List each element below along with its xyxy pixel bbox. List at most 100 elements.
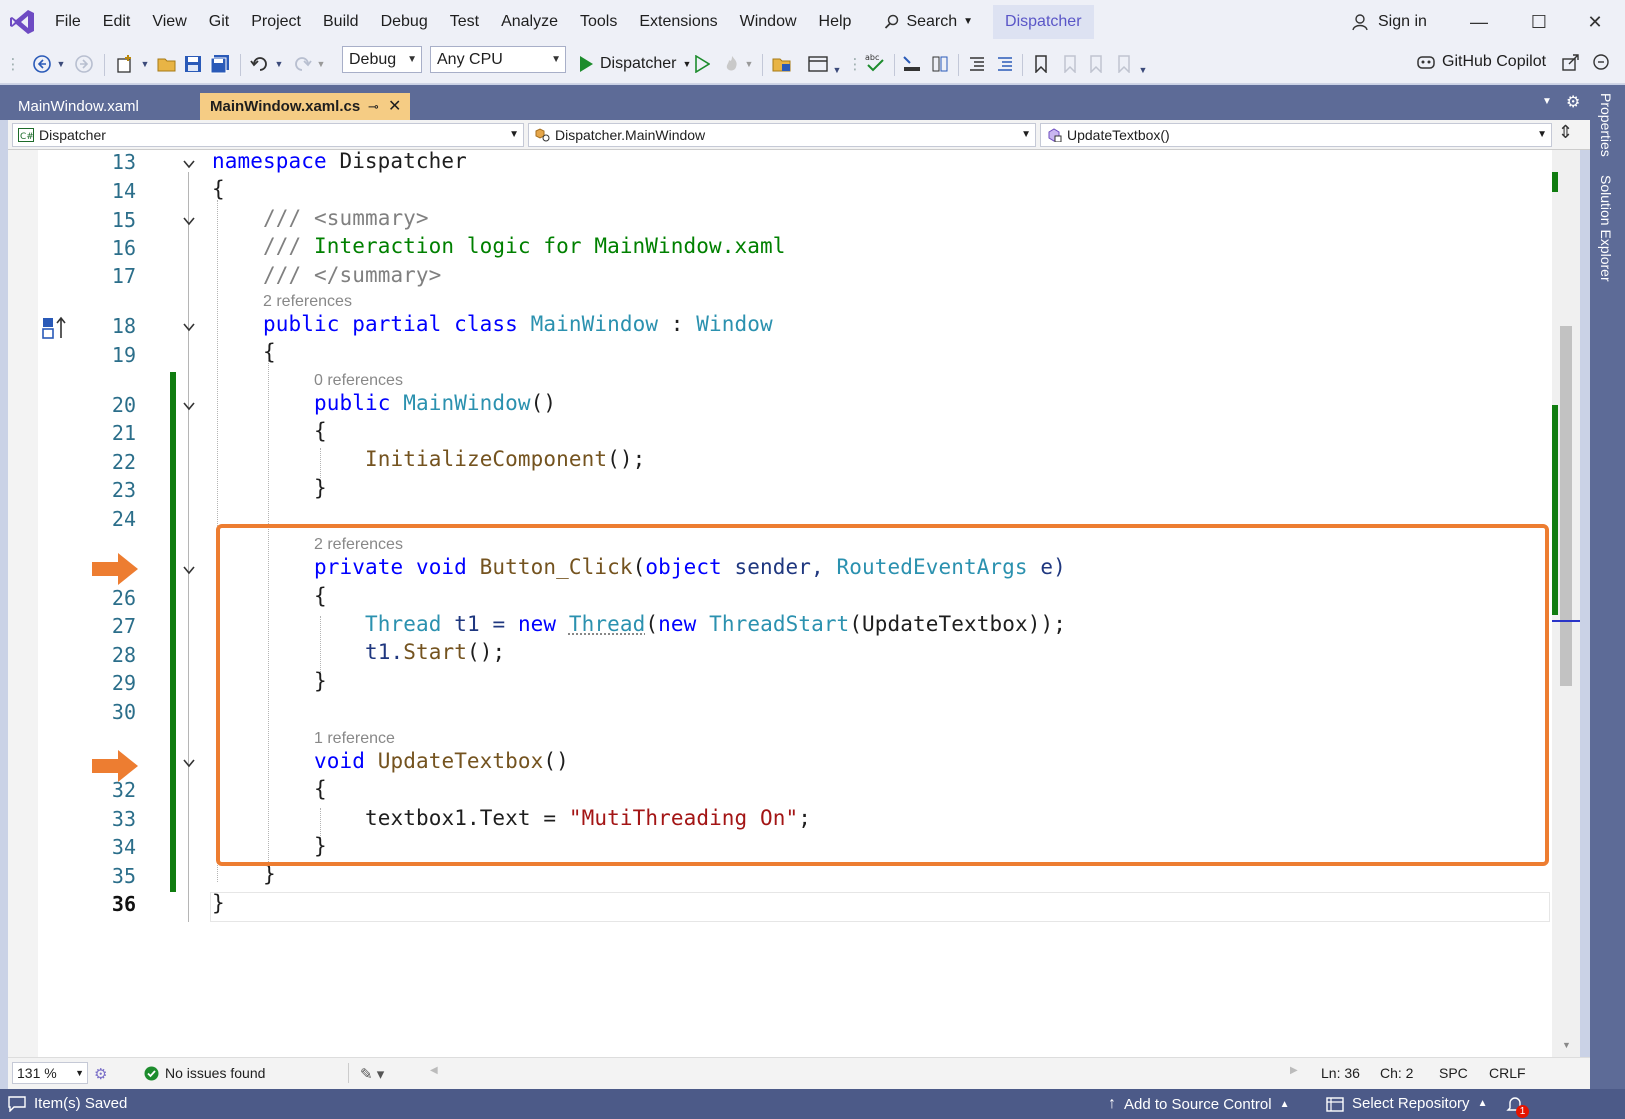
side-tab-properties[interactable]: Properties	[1598, 93, 1614, 157]
code-line[interactable]: {	[212, 177, 225, 201]
project-dropdown[interactable]: C# Dispatcher ▼	[12, 123, 524, 147]
menu-git[interactable]: Git	[198, 6, 240, 38]
menu-analyze[interactable]: Analyze	[490, 6, 569, 38]
intellicode-icon[interactable]: ⚙	[94, 1065, 107, 1083]
window-layout-icon[interactable]	[806, 52, 830, 76]
error-summary-button[interactable]: No issues found	[144, 1065, 265, 1081]
maximize-icon[interactable]: ☐	[1516, 4, 1562, 40]
share-icon[interactable]	[1560, 50, 1582, 74]
scroll-left-icon[interactable]: ◀	[430, 1065, 438, 1076]
settings-gear-icon[interactable]: ⚙	[1566, 92, 1580, 112]
menu-window[interactable]: Window	[729, 6, 808, 38]
code-line[interactable]: }	[212, 891, 225, 915]
clear-bookmarks-icon[interactable]	[1114, 52, 1136, 76]
solution-name-badge[interactable]: Dispatcher	[993, 5, 1094, 39]
navigate-forward-icon[interactable]	[72, 52, 96, 76]
menu-debug[interactable]: Debug	[370, 6, 439, 38]
code-line[interactable]: }	[314, 476, 327, 500]
comment-lines-icon[interactable]	[964, 52, 988, 76]
minimize-icon[interactable]: —	[1456, 4, 1502, 40]
tab-list-dropdown-icon[interactable]: ▼	[1542, 96, 1552, 107]
code-line[interactable]: {	[263, 340, 276, 364]
collapse-chevron-icon[interactable]	[182, 563, 196, 577]
scroll-down-icon[interactable]: ▼	[1562, 1040, 1571, 1050]
redo-icon[interactable]	[290, 52, 314, 76]
sign-in-button[interactable]: Sign in	[1352, 6, 1427, 38]
spell-check-icon[interactable]: abc	[862, 50, 888, 74]
add-to-source-control-button[interactable]: ↑ Add to Source Control ▲	[1108, 1095, 1290, 1113]
hot-reload-icon[interactable]	[720, 52, 744, 76]
collapse-chevron-icon[interactable]	[182, 214, 196, 228]
menu-build[interactable]: Build	[312, 6, 370, 38]
next-bookmark-icon[interactable]	[1086, 52, 1108, 76]
codelens-references[interactable]: 0 references	[314, 372, 403, 390]
undo-icon[interactable]	[248, 52, 272, 76]
collapse-chevron-icon[interactable]	[182, 157, 196, 171]
chevron-down-icon[interactable]: ▼	[744, 52, 754, 76]
pin-icon[interactable]: ⊸	[368, 93, 379, 120]
collapse-chevron-icon[interactable]	[182, 320, 196, 334]
menu-help[interactable]: Help	[808, 6, 863, 38]
scroll-right-icon[interactable]: ▶	[1290, 1065, 1298, 1076]
side-tab-solution-explorer[interactable]: Solution Explorer	[1598, 175, 1614, 282]
codelens-references[interactable]: 2 references	[263, 293, 352, 311]
github-copilot-button[interactable]: GitHub Copilot	[1416, 50, 1558, 74]
start-debugging-button[interactable]: Dispatcher ▼	[578, 52, 708, 76]
vertical-scrollbar[interactable]: ▼	[1552, 150, 1580, 1057]
column-indicator[interactable]: Ch: 2	[1380, 1065, 1413, 1081]
collapse-chevron-icon[interactable]	[182, 399, 196, 413]
open-folder-icon[interactable]	[155, 52, 179, 76]
code-line[interactable]: {	[314, 419, 327, 443]
platform-dropdown[interactable]: Any CPU ▼	[430, 46, 566, 73]
whitespace-indicator[interactable]: SPC	[1439, 1065, 1468, 1081]
menu-view[interactable]: View	[141, 6, 197, 38]
search-button[interactable]: Search ▼	[874, 6, 983, 38]
chevron-down-icon[interactable]: ▼	[316, 52, 326, 76]
member-dropdown[interactable]: UpdateTextbox() ▼	[1040, 123, 1552, 147]
menu-tools[interactable]: Tools	[569, 6, 628, 38]
chevron-down-icon[interactable]: ▼	[274, 52, 284, 76]
navigate-back-icon[interactable]	[30, 52, 54, 76]
code-line[interactable]: InitializeComponent();	[365, 447, 645, 471]
chevron-down-icon[interactable]: ▼	[832, 58, 842, 82]
configuration-dropdown[interactable]: Debug ▼	[342, 46, 422, 73]
menu-test[interactable]: Test	[439, 6, 490, 38]
chevron-down-icon[interactable]: ▼	[140, 52, 150, 76]
scrollbar-thumb[interactable]	[1560, 326, 1572, 686]
close-tab-icon[interactable]: ✕	[388, 93, 401, 120]
step-into-icon[interactable]	[900, 52, 924, 76]
select-repository-button[interactable]: Select Repository ▲	[1326, 1095, 1487, 1112]
type-dropdown[interactable]: Dispatcher.MainWindow ▼	[528, 123, 1036, 147]
code-line[interactable]: namespace Dispatcher	[212, 149, 467, 173]
previous-bookmark-icon[interactable]	[1058, 52, 1080, 76]
visual-studio-logo-icon[interactable]	[0, 0, 44, 44]
collapse-chevron-icon[interactable]	[182, 756, 196, 770]
save-icon[interactable]	[181, 52, 205, 76]
tab-mainwindow-xaml[interactable]: MainWindow.xaml	[8, 93, 200, 120]
code-line[interactable]: public partial class MainWindow : Window	[263, 312, 773, 336]
browse-folder-icon[interactable]	[770, 52, 794, 76]
save-all-icon[interactable]	[208, 52, 232, 76]
close-window-icon[interactable]: ✕	[1572, 4, 1618, 40]
start-without-debugging-icon[interactable]	[690, 52, 714, 76]
uncomment-lines-icon[interactable]	[992, 52, 1016, 76]
chevron-down-icon[interactable]: ▼	[56, 52, 66, 76]
line-indicator[interactable]: Ln: 36	[1321, 1065, 1360, 1081]
bookmark-icon[interactable]	[1030, 52, 1052, 76]
toolbar-overflow-icon[interactable]: ▼	[1138, 58, 1148, 82]
line-ending-indicator[interactable]: CRLF	[1489, 1065, 1526, 1081]
tab-mainwindow-xaml-cs[interactable]: MainWindow.xaml.cs ⊸ ✕	[200, 93, 410, 120]
menu-extensions[interactable]: Extensions	[628, 6, 728, 38]
format-document-icon[interactable]	[928, 52, 952, 76]
split-window-icon[interactable]: ⇕	[1558, 122, 1573, 143]
feedback-icon[interactable]	[1590, 50, 1612, 74]
code-cleanup-icon[interactable]: ✎ ▾	[360, 1065, 384, 1083]
code-line[interactable]: /// <summary>	[263, 206, 429, 230]
menu-file[interactable]: File	[44, 6, 92, 38]
menu-edit[interactable]: Edit	[92, 6, 142, 38]
menu-project[interactable]: Project	[240, 6, 312, 38]
code-line[interactable]: /// Interaction logic for MainWindow.xam…	[263, 234, 785, 258]
zoom-dropdown[interactable]: 131 % ▼	[12, 1062, 88, 1084]
code-line[interactable]: public MainWindow()	[314, 391, 556, 415]
implements-interface-icon[interactable]	[42, 316, 68, 344]
